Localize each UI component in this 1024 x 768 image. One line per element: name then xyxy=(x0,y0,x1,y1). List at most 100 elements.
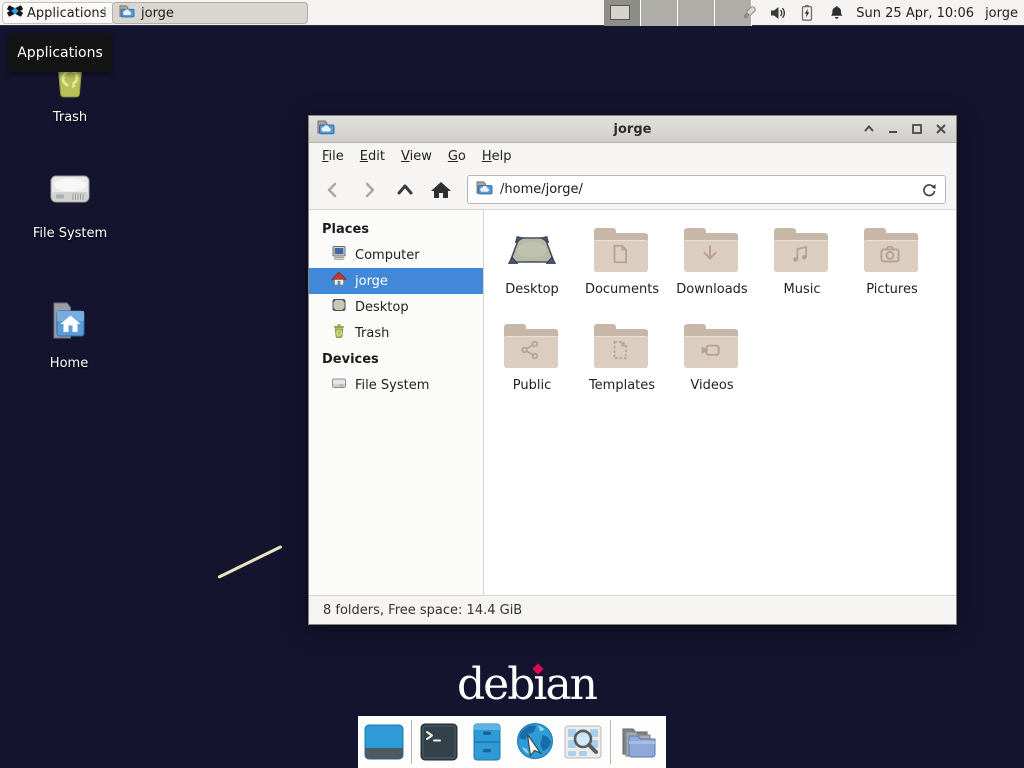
file-tile-label: Downloads xyxy=(676,282,747,297)
file-tile-pictures[interactable]: Pictures xyxy=(847,222,937,318)
reload-icon[interactable] xyxy=(921,182,937,198)
trash-icon xyxy=(331,323,347,343)
show-desktop-button[interactable] xyxy=(364,721,404,763)
window-folder-icon xyxy=(119,4,135,22)
sidebar-places-header: Places xyxy=(309,216,483,242)
hard-drive-icon xyxy=(43,164,97,220)
home-folder-icon xyxy=(41,294,97,350)
back-button[interactable] xyxy=(317,175,349,205)
file-manager-window: jorge File Edit View Go Help xyxy=(308,115,957,625)
file-tile-templates[interactable]: Templates xyxy=(577,318,667,414)
home-icon xyxy=(331,271,347,291)
applications-menu-button[interactable]: Applications xyxy=(2,2,115,24)
top-panel: Applications jorge xyxy=(0,0,1024,26)
applications-tooltip: Applications xyxy=(8,33,112,72)
menu-view[interactable]: View xyxy=(393,145,440,168)
file-tile-music[interactable]: Music xyxy=(757,222,847,318)
share-emblem-icon xyxy=(519,339,541,361)
desktop-icon-label: File System xyxy=(33,226,107,241)
file-tile-label: Pictures xyxy=(866,282,917,297)
dock-separator xyxy=(411,720,412,764)
file-tile-desktop[interactable]: Desktop xyxy=(487,222,577,318)
panel-handle[interactable] xyxy=(104,7,106,17)
maximize-button[interactable] xyxy=(909,122,924,137)
sidebar-item-computer[interactable]: Computer xyxy=(309,242,483,268)
workspace-1[interactable] xyxy=(604,0,641,26)
desktop-icon-home[interactable]: Home xyxy=(14,294,124,371)
pen-tray-icon[interactable] xyxy=(740,4,758,22)
sidebar-item-desktop[interactable]: Desktop xyxy=(309,294,483,320)
home-button[interactable] xyxy=(425,175,457,205)
taskbar-window-button[interactable]: jorge xyxy=(112,2,308,24)
menu-help[interactable]: Help xyxy=(474,145,520,168)
volume-tray-icon[interactable] xyxy=(769,4,787,22)
battery-tray-icon[interactable] xyxy=(798,4,816,22)
workspace-window-preview xyxy=(610,5,630,20)
sidebar: Places Computer xyxy=(309,210,484,595)
sidebar-item-label: Computer xyxy=(355,248,420,263)
menu-file[interactable]: File xyxy=(314,145,352,168)
desktop-icon-label: Home xyxy=(50,356,88,371)
toolbar: /home/jorge/ xyxy=(309,170,956,210)
file-manager-launcher[interactable] xyxy=(466,721,506,763)
location-bar[interactable]: /home/jorge/ xyxy=(467,175,946,204)
sidebar-item-trash[interactable]: Trash xyxy=(309,320,483,346)
sidebar-item-file-system[interactable]: File System xyxy=(309,372,483,398)
hard-drive-icon xyxy=(331,375,347,395)
sidebar-item-label: jorge xyxy=(355,274,388,289)
sidebar-item-jorge[interactable]: jorge xyxy=(309,268,483,294)
template-emblem-icon xyxy=(609,339,631,361)
menubar: File Edit View Go Help xyxy=(309,143,956,170)
menu-edit[interactable]: Edit xyxy=(352,145,393,168)
desktop-icon-file-system[interactable]: File System xyxy=(15,164,125,241)
application-finder-icon xyxy=(563,722,603,762)
minimize-button[interactable] xyxy=(885,122,900,137)
folder-stack-icon xyxy=(618,722,660,762)
desktop-workspace-icon xyxy=(504,226,560,274)
workspace-switcher xyxy=(604,0,752,26)
web-browser-launcher[interactable] xyxy=(514,721,556,763)
wordmark-part: an xyxy=(545,659,596,710)
music-emblem-icon xyxy=(789,243,811,265)
file-tile-label: Public xyxy=(513,378,551,393)
location-path[interactable]: /home/jorge/ xyxy=(500,182,583,197)
panel-clock[interactable]: Sun 25 Apr, 10:06 xyxy=(856,6,974,21)
app-finder-launcher[interactable] xyxy=(563,721,603,763)
file-tile-label: Music xyxy=(784,282,821,297)
terminal-launcher[interactable] xyxy=(419,721,459,763)
file-tile-label: Videos xyxy=(690,378,733,393)
file-tile-documents[interactable]: Documents xyxy=(577,222,667,318)
file-tile-label: Documents xyxy=(585,282,659,297)
file-list: Desktop Documents Downloads xyxy=(484,210,956,595)
dock-separator xyxy=(610,720,611,764)
file-tile-videos[interactable]: Videos xyxy=(667,318,757,414)
show-desktop-icon xyxy=(364,722,404,762)
workspace-3[interactable] xyxy=(678,0,715,26)
forward-button[interactable] xyxy=(353,175,385,205)
file-tile-downloads[interactable]: Downloads xyxy=(667,222,757,318)
desktop-icon xyxy=(331,297,347,317)
folder-launcher[interactable] xyxy=(618,721,660,763)
taskbar-window-label: jorge xyxy=(141,6,174,21)
workspace-2[interactable] xyxy=(641,0,678,26)
file-cabinet-icon xyxy=(467,722,507,762)
wordmark-i-red-dot: i xyxy=(533,659,545,710)
desktop-icon-label: Trash xyxy=(53,110,87,125)
menu-go[interactable]: Go xyxy=(440,145,474,168)
status-text: 8 folders, Free space: 14.4 GiB xyxy=(323,603,522,618)
video-emblem-icon xyxy=(698,338,721,361)
close-button[interactable] xyxy=(933,122,948,137)
window-titlebar[interactable]: jorge xyxy=(309,116,956,143)
up-button[interactable] xyxy=(389,175,421,205)
camera-emblem-icon xyxy=(878,242,901,265)
statusbar: 8 folders, Free space: 14.4 GiB xyxy=(309,595,956,624)
download-emblem-icon xyxy=(699,243,721,265)
panel-username[interactable]: jorge xyxy=(985,6,1018,21)
file-tile-public[interactable]: Public xyxy=(487,318,577,414)
notification-bell-icon[interactable] xyxy=(827,4,845,22)
location-folder-icon xyxy=(476,180,493,199)
sidebar-item-label: Desktop xyxy=(355,300,409,315)
terminal-icon xyxy=(419,722,459,762)
sidebar-devices-header: Devices xyxy=(309,346,483,372)
shade-button[interactable] xyxy=(861,122,876,137)
